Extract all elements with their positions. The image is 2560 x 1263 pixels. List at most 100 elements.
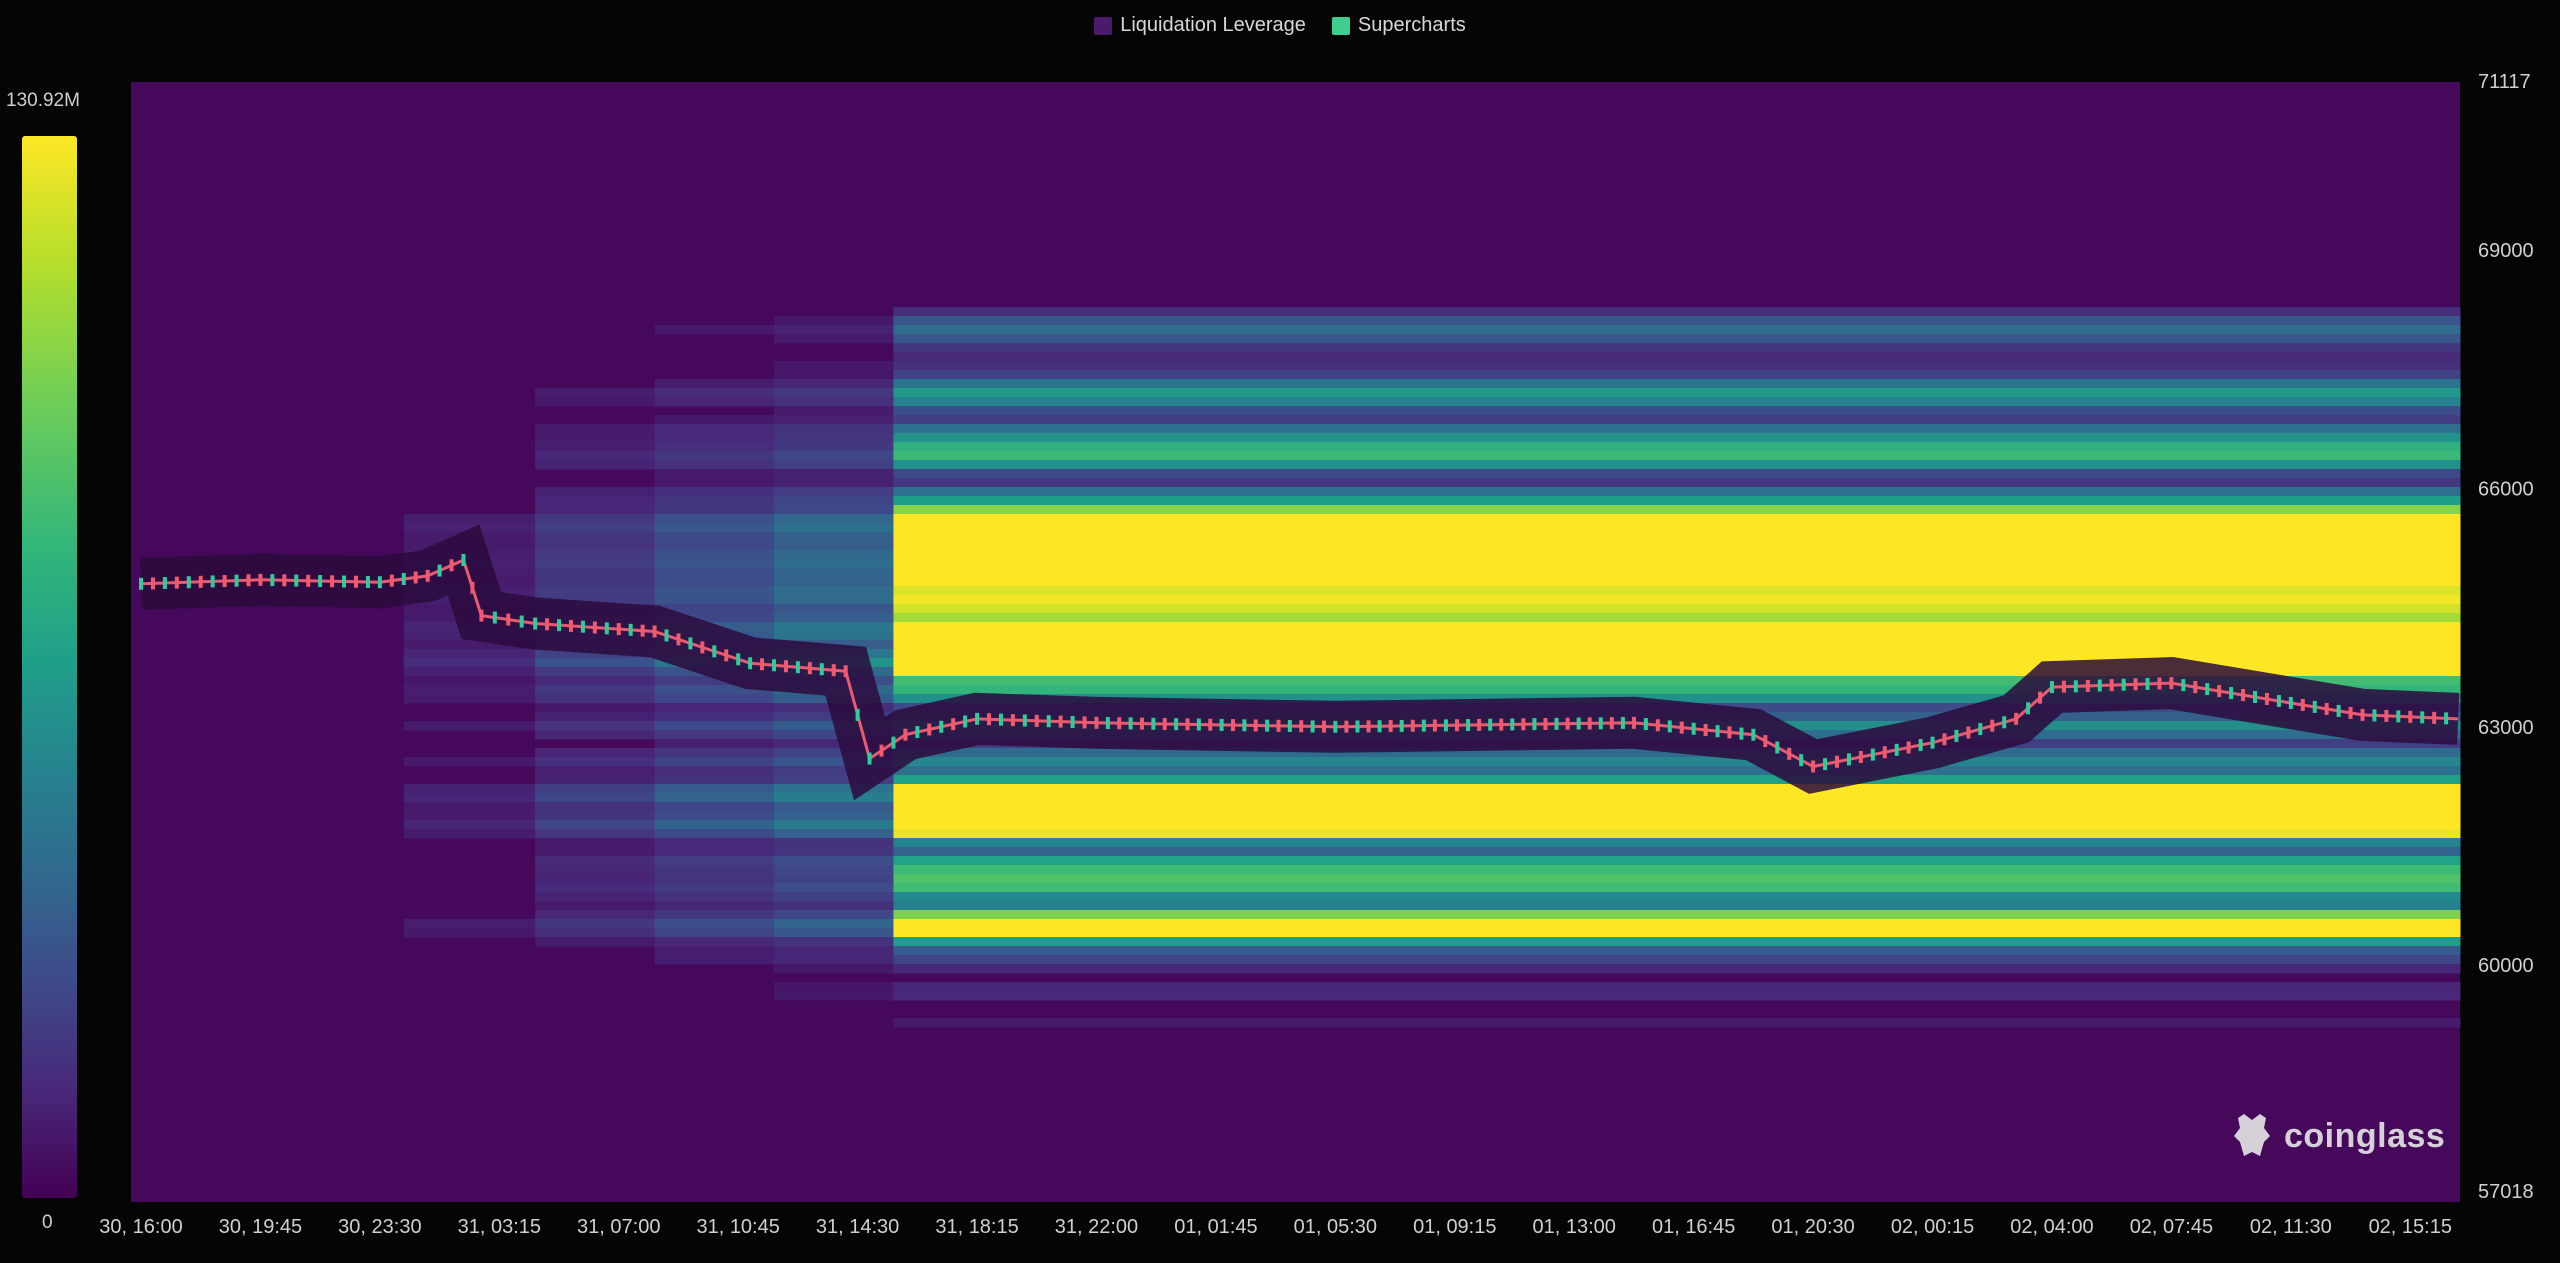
candlestick [2324,702,2329,715]
heatmap-cell [774,910,894,920]
heatmap-chart[interactable]: 71117 69000 66000 63000 60000 57018 30, 16:00… [0,0,2560,1263]
heatmap-layer [131,82,2461,1202]
candlestick [2049,681,2054,694]
heatmap-cell [893,316,2461,326]
heatmap-cell [893,937,2461,947]
candlestick [1139,717,1144,730]
candlestick [2372,709,2377,722]
heatmap-cell [774,820,894,830]
heatmap-cell [893,838,2461,848]
heatmap-cell [893,514,2461,524]
candlestick [1399,719,1404,732]
heatmap-cell [535,433,656,443]
candlestick [2097,679,2102,692]
heatmap-cell [535,919,656,929]
heatmap-cell [893,424,2461,434]
candlestick [2217,685,2222,698]
candlestick [951,718,956,731]
heatmap-cell [893,946,2461,956]
candlestick [2300,698,2305,711]
heatmap-cell [535,523,656,533]
candlestick [867,752,872,765]
heatmap-cell [535,847,656,857]
candlestick [652,625,657,638]
heatmap-cell [893,1018,2461,1028]
heatmap-cell [774,532,894,542]
candlestick [294,574,299,587]
candlestick [162,577,167,590]
candlestick [198,575,203,588]
heatmap-cell [893,460,2461,470]
heatmap-cell [535,757,656,767]
heatmap-cell [535,496,656,506]
heatmap-cell [774,451,894,461]
candlestick [282,574,287,587]
heatmap-cell [654,847,775,857]
candlestick [1174,718,1179,731]
heatmap-cell [535,388,656,398]
heatmap-cell [535,766,656,776]
x-tick-label: 31, 22:00 [1055,1216,1138,1238]
heatmap-cell [654,901,775,911]
candlestick [413,571,418,584]
candlestick [819,663,824,676]
heatmap-cell [535,721,656,731]
heatmap-cell [654,505,775,515]
candlestick [1942,733,1947,746]
heatmap-cell [654,802,775,812]
candlestick [1823,758,1828,771]
heatmap-cell [654,910,775,920]
candlestick [1366,720,1371,733]
candlestick [1128,717,1133,730]
candlestick [807,662,812,675]
candlestick [533,617,538,630]
candlestick [879,744,884,757]
heatmap-cell [535,658,656,668]
heatmap-cell [774,442,894,452]
heatmap-cell [535,712,656,722]
heatmap-cell [774,793,894,803]
heatmap-cell [774,811,894,821]
heatmap-cell [774,406,894,416]
heatmap-cell [535,487,656,497]
x-tick-label: 31, 10:45 [696,1216,779,1238]
x-tick-label: 31, 18:15 [935,1216,1018,1238]
candlestick [736,653,741,666]
candlestick [1058,715,1063,728]
candlestick [1655,719,1660,732]
candlestick [1230,719,1235,732]
heatmap-cell [535,451,656,461]
candlestick [2384,709,2389,722]
heatmap-cell [654,532,775,542]
heatmap-cell [654,568,775,578]
heatmap-cell [893,334,2461,344]
heatmap-cell [774,586,894,596]
candlestick [2085,679,2090,692]
heatmap-cell [774,577,894,587]
x-tick-label: 31, 07:00 [577,1216,660,1238]
candlestick [1477,718,1482,731]
heatmap-cell [893,820,2461,830]
x-axis-ticks: 30, 16:00 30, 19:45 30, 23:30 31, 03:15 31, … [99,1216,2452,1238]
heatmap-cell [535,856,656,866]
heatmap-cell [535,901,656,911]
candlestick [1265,719,1270,732]
candlestick [2444,712,2449,725]
candlestick [479,609,484,622]
heatmap-cell [893,478,2461,488]
heatmap-cell [774,424,894,434]
heatmap-cell [893,631,2461,641]
heatmap-cell [774,964,894,974]
candlestick [927,723,932,736]
heatmap-cell [535,577,656,587]
heatmap-cell [654,856,775,866]
candlestick [592,621,597,634]
x-tick-label: 30, 19:45 [219,1216,302,1238]
candlestick [353,575,358,588]
candlestick [748,657,753,670]
candlestick [1978,723,1983,736]
x-tick-label: 30, 16:00 [99,1216,182,1238]
candlestick [1521,718,1526,731]
candlestick [1253,719,1258,732]
candlestick [425,569,430,582]
